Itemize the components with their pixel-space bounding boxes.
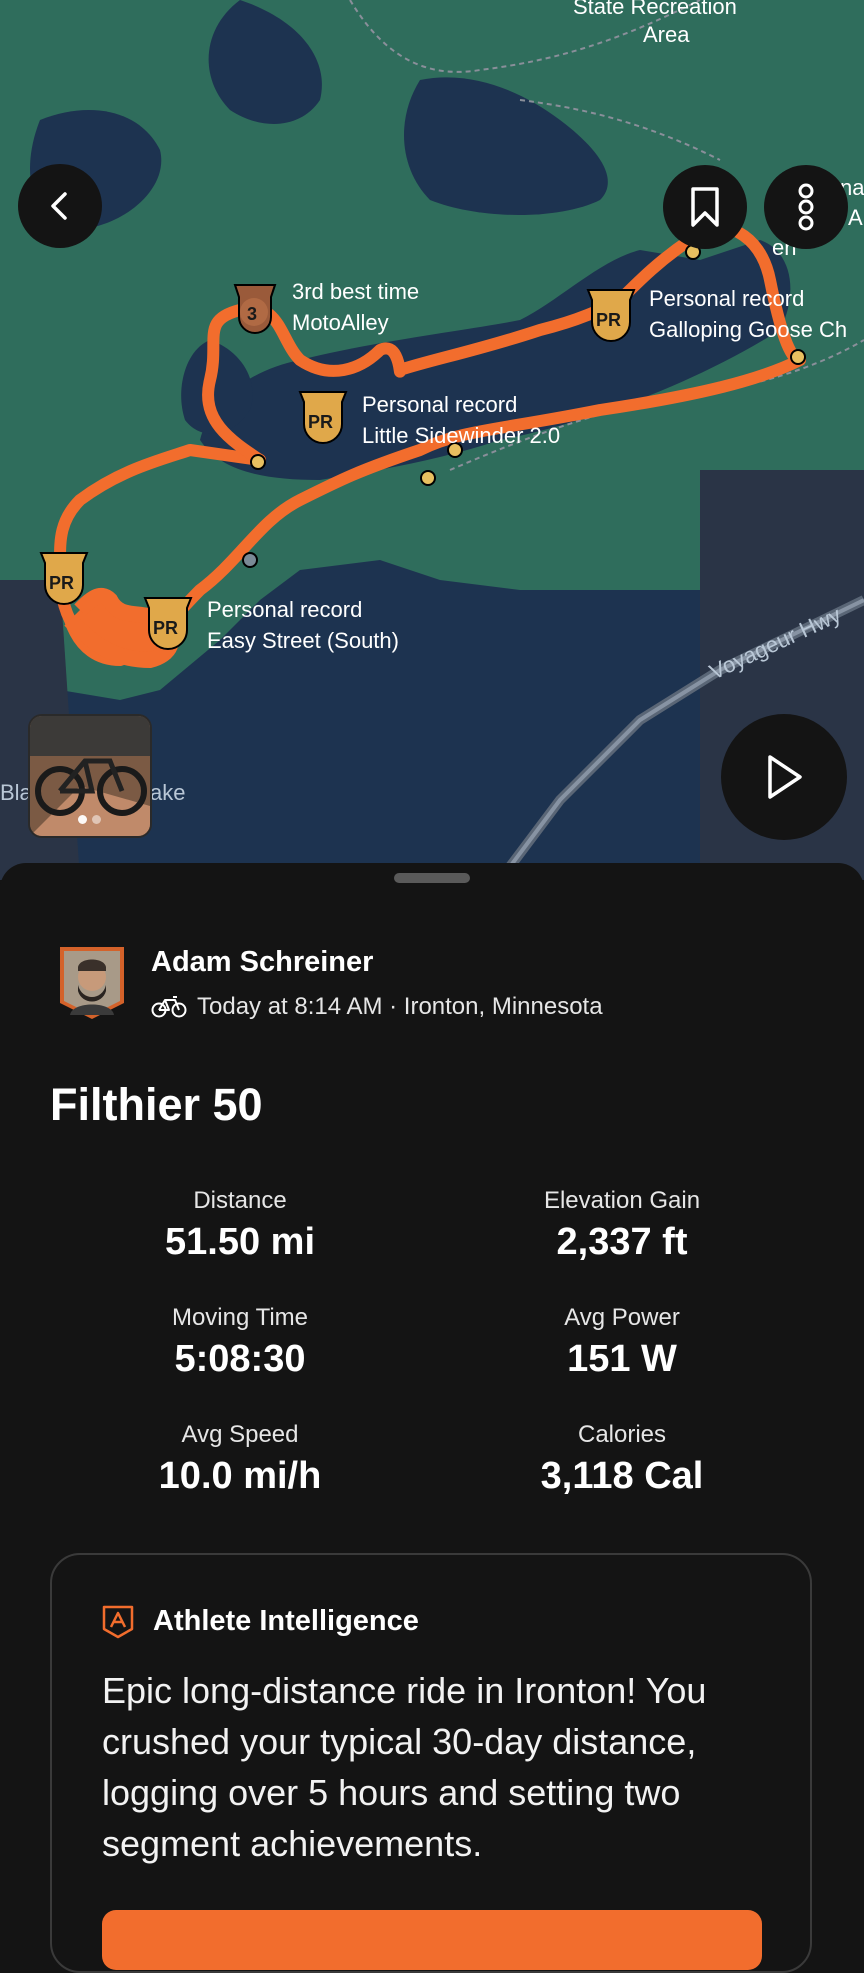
- stat-value: 151 W: [567, 1338, 677, 1380]
- stat-value: 2,337 ft: [556, 1221, 688, 1263]
- stat-label: Avg Speed: [181, 1421, 299, 1448]
- pr-badge-icon[interactable]: PR: [298, 391, 348, 444]
- bookmark-icon: [691, 187, 719, 227]
- stat-label: Distance: [193, 1187, 287, 1214]
- map-area-label-1: State Recreation: [573, 0, 737, 19]
- badge-label: PR: [308, 412, 333, 432]
- athlete-intelligence-summary: Epic long-distance ride in Ironton! You …: [102, 1670, 707, 1864]
- stat-moving-time: Moving Time 5:08:30: [60, 1304, 420, 1381]
- stat-label: Avg Power: [564, 1304, 680, 1331]
- athlete-intelligence-title: Athlete Intelligence: [153, 1605, 419, 1637]
- athlete-intelligence-icon: [102, 1605, 134, 1639]
- bike-icon: [151, 996, 187, 1018]
- stat-elevation-gain: Elevation Gain 2,337 ft: [442, 1187, 802, 1264]
- back-button[interactable]: [18, 164, 102, 248]
- pr-badge-icon[interactable]: PR: [143, 597, 193, 650]
- stat-value: 51.50 mi: [165, 1221, 315, 1263]
- stat-label: Moving Time: [171, 1304, 309, 1331]
- pager-dot: [92, 815, 101, 824]
- bookmark-button[interactable]: [663, 165, 747, 249]
- stat-label: Calories: [577, 1421, 667, 1448]
- achievement-line2: MotoAlley: [292, 310, 389, 335]
- pager-dot-active: [78, 815, 87, 824]
- badge-label: 3: [247, 304, 257, 324]
- stat-calories: Calories 3,118 Cal: [442, 1421, 802, 1498]
- achievement-medal-icon[interactable]: 3: [233, 284, 277, 334]
- more-vertical-icon: [798, 183, 814, 231]
- stat-distance: Distance 51.50 mi: [60, 1187, 420, 1264]
- pr-badge-icon[interactable]: PR: [39, 552, 89, 605]
- map-lake-label-right: ake: [150, 780, 185, 805]
- achievement-line1: Personal record: [362, 392, 517, 417]
- avatar-image: [60, 947, 124, 1019]
- athlete-name[interactable]: Adam Schreiner: [151, 946, 373, 979]
- achievement-line1: Personal record: [207, 597, 362, 622]
- activity-photo-thumbnail[interactable]: [28, 714, 152, 838]
- stat-value: 5:08:30: [174, 1338, 306, 1380]
- badge-label: PR: [49, 573, 74, 593]
- activity-meta: Today at 8:14 AM · Ironton, Minnesota: [151, 993, 603, 1021]
- badge-label: PR: [596, 310, 621, 330]
- map-edge-label-2: A: [848, 205, 863, 230]
- photo-pager: [78, 815, 101, 824]
- stat-label: Elevation Gain: [543, 1187, 701, 1214]
- map-area-label-2: Area: [643, 22, 690, 47]
- achievement-line1: Personal record: [649, 286, 804, 311]
- pr-badge-icon[interactable]: PR: [586, 289, 636, 342]
- activity-meta-text: Today at 8:14 AM · Ironton, Minnesota: [197, 993, 603, 1020]
- athlete-avatar[interactable]: [56, 945, 128, 1021]
- achievement-line2: Little Sidewinder 2.0: [362, 423, 560, 448]
- stat-value: 3,118 Cal: [540, 1455, 704, 1497]
- play-flyover-button[interactable]: [721, 714, 847, 840]
- achievement-line1: 3rd best time: [292, 279, 419, 304]
- sheet-drag-handle[interactable]: [394, 873, 470, 883]
- stat-avg-speed: Avg Speed 10.0 mi/h: [60, 1421, 420, 1498]
- route-map[interactable]: State Recreation Area Voyageur Hwy Bla a…: [0, 0, 864, 880]
- achievement-line2: Galloping Goose Ch: [649, 317, 847, 342]
- achievement-line2: Easy Street (South): [207, 628, 399, 653]
- activity-title: Filthier 50: [50, 1079, 263, 1130]
- chevron-left-icon: [51, 192, 67, 220]
- play-icon: [768, 755, 802, 799]
- athlete-intelligence-card[interactable]: Athlete Intelligence Epic long-distance …: [50, 1553, 812, 1973]
- stat-value: 10.0 mi/h: [158, 1455, 322, 1497]
- more-options-button[interactable]: [764, 165, 848, 249]
- stat-avg-power: Avg Power 151 W: [442, 1304, 802, 1381]
- badge-label: PR: [153, 618, 178, 638]
- athlete-intelligence-action-button[interactable]: [102, 1910, 762, 1970]
